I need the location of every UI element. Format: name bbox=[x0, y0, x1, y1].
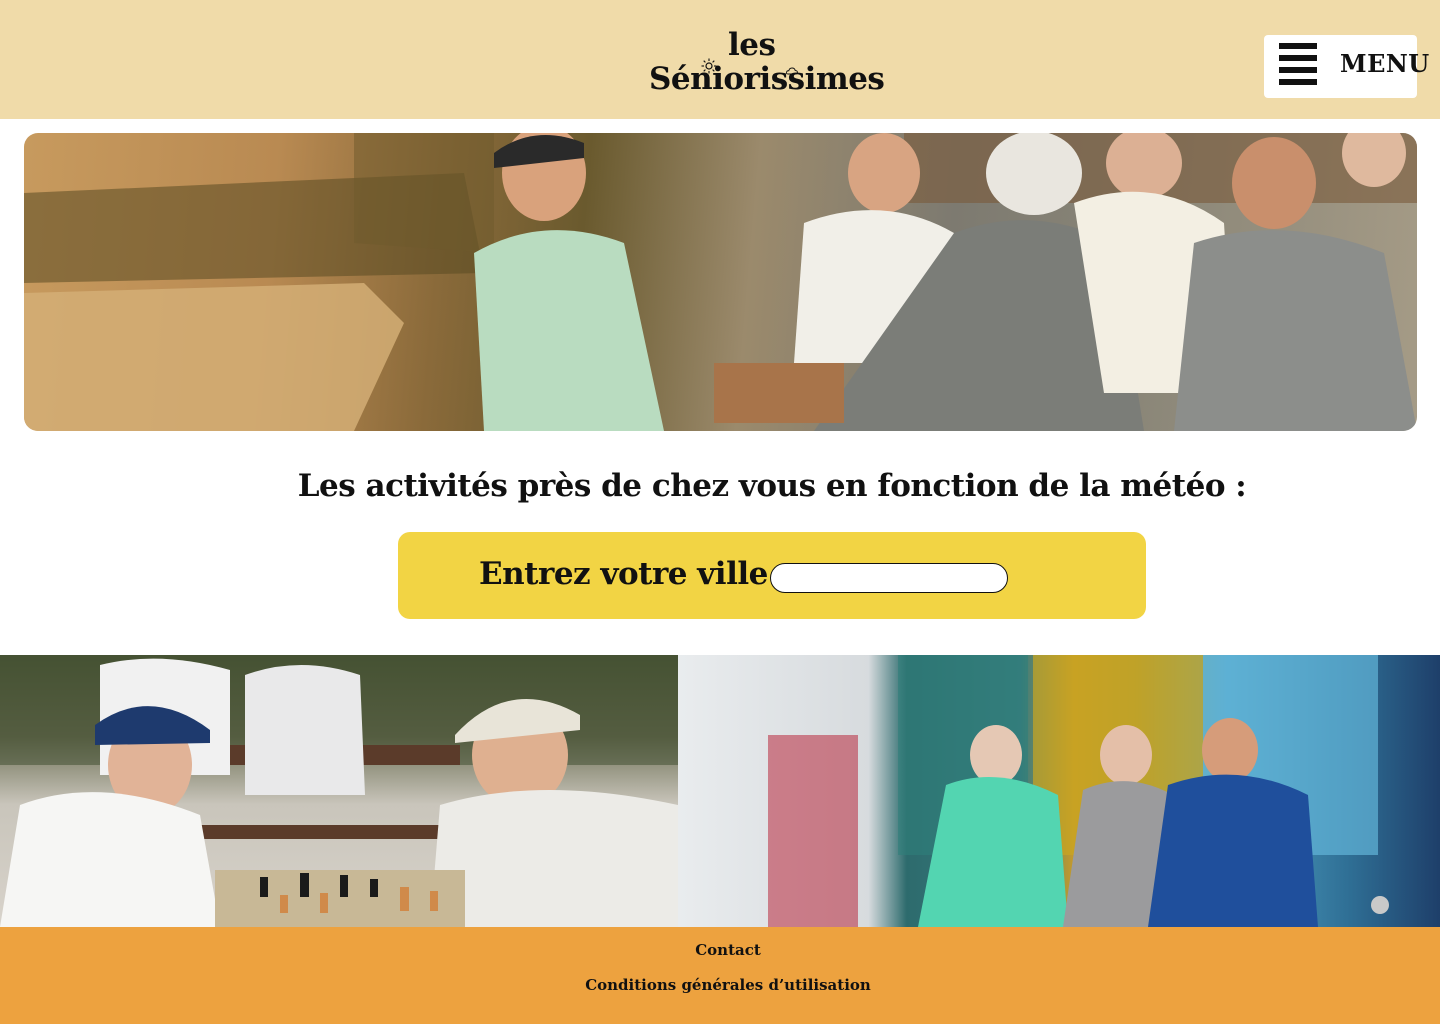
logo-line-1: les bbox=[728, 27, 776, 63]
logo-line-2: Séniorissimes bbox=[649, 61, 885, 97]
city-label: Entrez votre ville : bbox=[479, 556, 790, 592]
chess-photo bbox=[0, 655, 678, 927]
seniors-walking-photo bbox=[678, 655, 1440, 927]
footer-link-contact[interactable]: Contact bbox=[0, 941, 1440, 959]
menu-button[interactable]: MENU bbox=[1264, 35, 1429, 98]
menu-label: MENU bbox=[1340, 49, 1430, 78]
site-header: les Séniorissimes MENU bbox=[0, 0, 1440, 119]
hamburger-icon bbox=[1279, 43, 1317, 85]
site-logo[interactable]: les Séniorissimes bbox=[648, 27, 885, 100]
activities-title: Les activités près de chez vous en fonct… bbox=[297, 468, 1247, 504]
footer-link-terms[interactable]: Conditions générales d’utilisation bbox=[0, 976, 1440, 994]
site-footer: Contact Conditions générales d’utilisati… bbox=[0, 927, 1440, 1024]
hero-image bbox=[24, 133, 1417, 431]
city-search-box: Entrez votre ville : bbox=[398, 532, 1146, 619]
city-input[interactable] bbox=[770, 563, 1008, 593]
cloud-icon bbox=[786, 67, 798, 75]
